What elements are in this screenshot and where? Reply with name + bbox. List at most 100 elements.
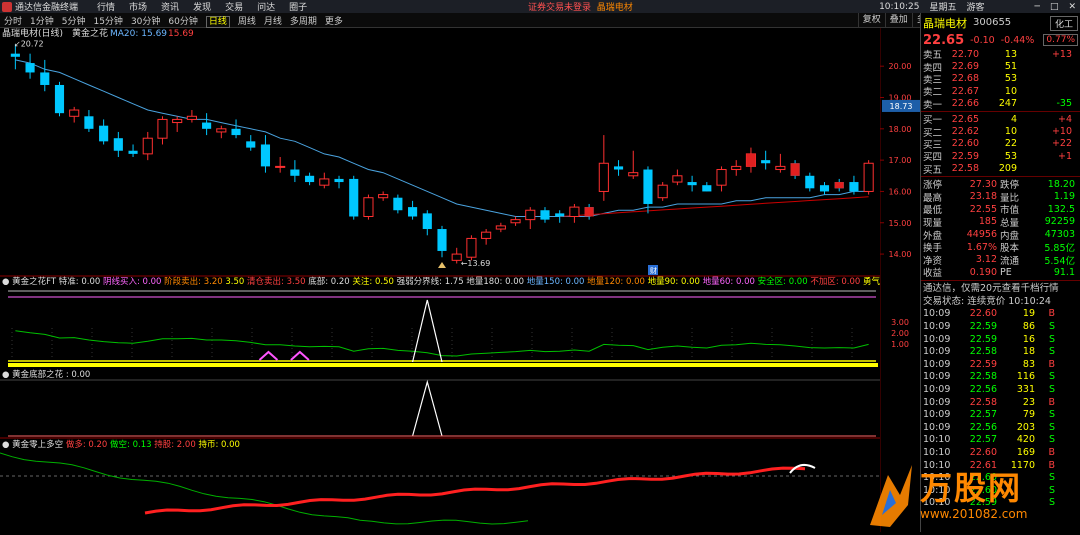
menu-item-5[interactable]: 问达 [257, 3, 275, 13]
asks-row[interactable]: 卖二 22.67 10 [921, 85, 1080, 99]
candle-body [466, 237, 477, 258]
title-right: 10:10:25 星期五 游客 ─ □ ✕ [869, 0, 1080, 14]
stats-row: 换手 1.67% 股本 5.85亿 [921, 241, 1080, 255]
menu-item-3[interactable]: 发现 [193, 3, 211, 13]
toolbar-button-0[interactable]: 复权 [857, 13, 885, 28]
toolbar-button-1[interactable]: 叠加 [884, 13, 912, 28]
bids-row[interactable]: 买三 22.60 22 +22 [921, 138, 1080, 151]
industry-tag[interactable]: 化工 [1049, 16, 1078, 31]
timeframe-tab-2[interactable]: 5分钟 [62, 17, 86, 27]
level-delta: -35 [1056, 98, 1072, 110]
stats-row: 收益 0.190 PE 91.1 [921, 266, 1080, 280]
chart-area[interactable]: 晶瑞电材(日线) 黄金之花 MA20: 15.69 15.69 ↙20.72 ←13.69… [0, 28, 880, 532]
menu-item-1[interactable]: 市场 [129, 3, 147, 13]
level-price: 22.62 [951, 126, 979, 138]
timeframe-tab-4[interactable]: 30分钟 [131, 17, 160, 27]
tick-side: B [1048, 358, 1055, 370]
candle-body [569, 206, 580, 218]
candle-body [805, 175, 815, 189]
menu-item-6[interactable]: 圈子 [289, 3, 307, 13]
candle-body [613, 166, 624, 170]
tick-price: 22.57 [969, 434, 997, 446]
tick-row: 10:09 22.58 18 S [921, 345, 1080, 358]
level-price: 22.69 [951, 61, 979, 73]
maximize-icon[interactable]: □ [1050, 2, 1059, 12]
level-price: 22.66 [951, 98, 979, 110]
sub3-legend: ● 黄金零上多空 做多: 0.20 做空: 0.13 持股: 2.00 持币: … [2, 439, 240, 450]
stat-key: 流通 [1000, 255, 1020, 267]
tick-time: 10:09 [923, 421, 951, 433]
tick-row: 10:09 22.58 23 B [921, 396, 1080, 409]
candle-body-solid [834, 182, 844, 189]
stat-value: 23.18 [969, 191, 997, 203]
close-icon[interactable]: ✕ [1068, 2, 1076, 12]
tick-volume: 23 [1022, 396, 1035, 408]
tick-side: S [1048, 434, 1055, 446]
tick-volume: 420 [1016, 434, 1035, 446]
candle-body [437, 229, 447, 251]
timeframe-tab-9[interactable]: 多周期 [290, 17, 317, 27]
candle-body [54, 84, 65, 114]
stat-value: 22.55 [969, 203, 997, 215]
y-tick-label: 16.00 [889, 187, 912, 196]
asks-row[interactable]: 卖五 22.70 13 +13 [921, 48, 1080, 62]
bids-row[interactable]: 买四 22.59 53 +1 [921, 150, 1080, 164]
candle-body [598, 162, 609, 192]
timeframe-tab-0[interactable]: 分时 [4, 17, 22, 27]
timeframe-tab-10[interactable]: 更多 [325, 17, 343, 27]
stat-value: 92259 [1044, 216, 1075, 228]
bids-row[interactable]: 买一 22.65 4 +4 [921, 113, 1080, 127]
promo-message[interactable]: 通达信，仅需20元查看千档行情 [921, 282, 1080, 295]
login-notice[interactable]: 证券交易未登录 晶瑞电材 [528, 0, 633, 13]
guest-label[interactable]: 游客 [967, 0, 985, 13]
bids-row[interactable]: 买五 22.58 209 [921, 163, 1080, 176]
sub1-y-tick: 2.00 [891, 329, 909, 338]
stat-value: 27.30 [969, 178, 997, 190]
tick-volume: 79 [1022, 409, 1035, 421]
candle-body [216, 128, 227, 133]
candle-body [84, 116, 94, 129]
tick-price: 22.59 [969, 321, 997, 333]
bids-row[interactable]: 买二 22.62 10 +10 [921, 125, 1080, 139]
candle-body [260, 144, 271, 167]
tick-side: S [1048, 371, 1055, 383]
stats-row: 外盘 44956 内盘 47303 [921, 228, 1080, 242]
level-delta: +4 [1057, 113, 1072, 125]
bottom-band [8, 363, 878, 367]
candle-body-solid [584, 207, 594, 217]
level-volume: 247 [998, 98, 1017, 110]
level-label: 卖一 [923, 99, 943, 111]
candle-body-solid [746, 153, 756, 167]
timeframe-tab-7[interactable]: 周线 [238, 17, 256, 27]
candle-body [555, 213, 565, 217]
candle-body [172, 118, 183, 124]
menu-item-4[interactable]: 交易 [225, 3, 243, 13]
timeframe-tab-6[interactable]: 日线 [205, 15, 230, 28]
candle-body [334, 178, 344, 183]
menu-item-0[interactable]: 行情 [97, 3, 115, 13]
app-logo-icon [2, 1, 12, 12]
candle-body [319, 178, 330, 186]
y-tick-label: 20.00 [889, 62, 912, 71]
timeframe-tab-5[interactable]: 60分钟 [168, 17, 197, 27]
asks-row[interactable]: 卖一 22.66 247 -35 [921, 98, 1080, 111]
long-band [144, 466, 806, 515]
level-label: 买五 [923, 164, 943, 176]
chart-toolbar: 分时1分钟5分钟15分钟30分钟60分钟日线周线月线多周期更多 复权叠加多股统计… [0, 13, 1080, 28]
minimize-icon[interactable]: ─ [1035, 2, 1040, 12]
candle-body [128, 150, 138, 154]
asks-row[interactable]: 卖四 22.69 51 [921, 60, 1080, 74]
timeframe-tab-3[interactable]: 15分钟 [93, 17, 122, 27]
stat-key: PE [1000, 266, 1012, 278]
asks-row[interactable]: 卖三 22.68 53 [921, 73, 1080, 86]
level-price: 22.68 [951, 73, 979, 85]
tick-volume: 86 [1022, 321, 1035, 333]
tick-volume: 203 [1016, 421, 1035, 433]
level-volume: 209 [998, 163, 1017, 175]
menu-item-2[interactable]: 资讯 [161, 3, 179, 13]
timeframe-tab-8[interactable]: 月线 [264, 17, 282, 27]
stats-row: 净资 3.12 流通 5.54亿 [921, 253, 1080, 267]
current-price-text: 18.73 [890, 102, 913, 111]
timeframe-tab-1[interactable]: 1分钟 [30, 17, 54, 27]
stats-row: 最低 22.55 市值 132.5 [921, 203, 1080, 217]
